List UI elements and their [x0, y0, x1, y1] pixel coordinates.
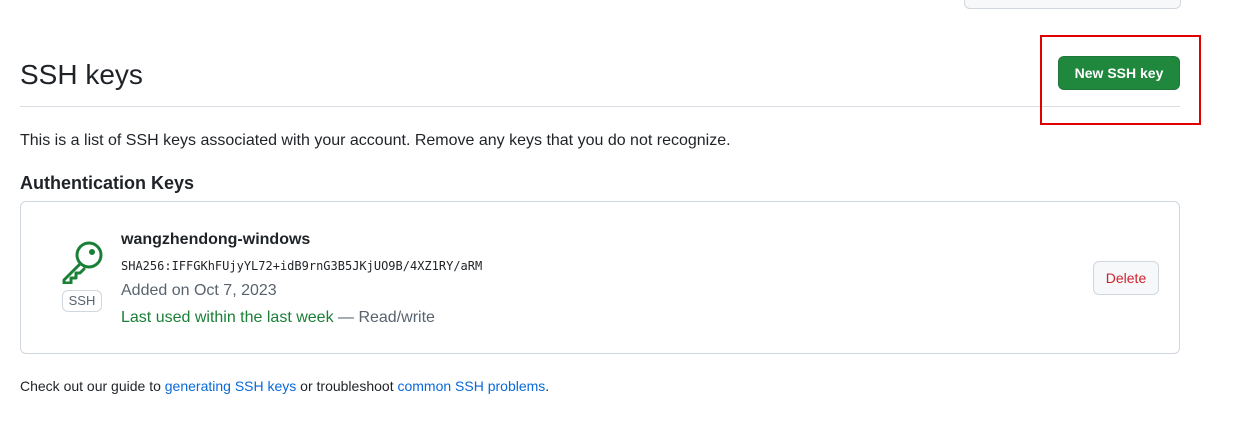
- ssh-key-item: SSH wangzhendong-windows SHA256:IFFGKhFU…: [20, 201, 1180, 354]
- generating-ssh-keys-link[interactable]: generating SSH keys: [165, 378, 297, 394]
- common-ssh-problems-link[interactable]: common SSH problems: [397, 378, 545, 394]
- highlight-annotation-box: [1040, 35, 1201, 125]
- section-header: SSH keys New SSH key: [20, 52, 1180, 107]
- footer-help-text: Check out our guide to generating SSH ke…: [20, 376, 549, 396]
- previous-section-button-edge[interactable]: [964, 0, 1181, 9]
- key-icon: [62, 241, 103, 284]
- key-added-date: Added on Oct 7, 2023: [121, 282, 277, 299]
- ssh-keys-page: SSH keys New SSH key This is a list of S…: [0, 0, 1247, 432]
- key-type-badge: SSH: [62, 290, 102, 312]
- authentication-keys-heading: Authentication Keys: [20, 173, 195, 193]
- footer-prefix: Check out our guide to: [20, 378, 165, 394]
- page-title: SSH keys: [20, 59, 143, 90]
- key-last-used: Last used within the last week: [121, 309, 334, 326]
- key-fingerprint: SHA256:IFFGKhFUjyYL72+idB9rnG3B5JKjUO9B/…: [121, 259, 483, 273]
- key-title: wangzhendong-windows: [121, 231, 311, 248]
- delete-key-button[interactable]: Delete: [1093, 261, 1159, 295]
- footer-middle: or troubleshoot: [296, 378, 398, 394]
- key-usage-line: Last used within the last week — Read/wr…: [121, 307, 435, 329]
- footer-suffix: .: [545, 378, 550, 394]
- intro-text: This is a list of SSH keys associated wi…: [20, 132, 731, 149]
- key-access-level: — Read/write: [333, 309, 435, 326]
